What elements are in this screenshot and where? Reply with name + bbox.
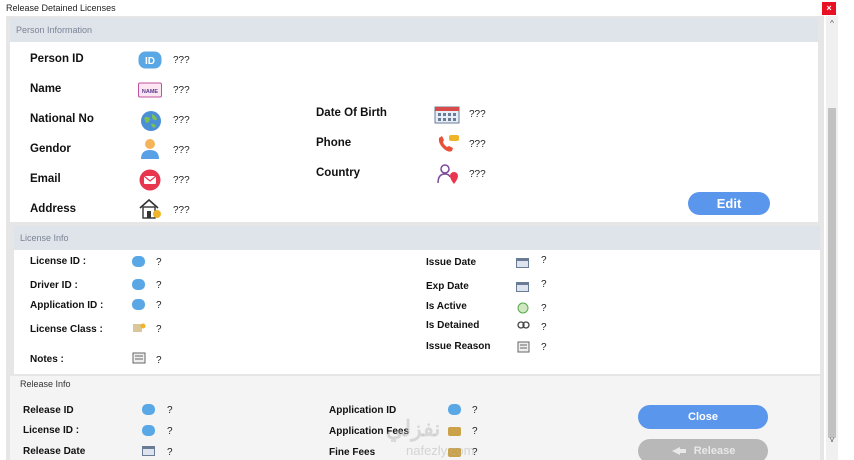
license-info-title: License Info [20,233,69,243]
date-of-birth-label: Date Of Birth [316,107,387,119]
fine-fees-label: Fine Fees [329,447,376,458]
license-class-value: ? [156,324,162,335]
scroll-thumb[interactable] [828,108,836,438]
release-id-label: Release ID [23,405,74,416]
name-label: Name [30,83,62,95]
watermark-latin: nafezly.com [406,443,475,458]
release-info-title: Release Info [20,379,71,389]
notes-icon [517,341,530,353]
exp-date-label: Exp Date [426,281,469,292]
notes-value: ? [156,355,162,366]
edit-person-button[interactable]: Edit [688,192,770,215]
release-date-label: Release Date [23,446,86,457]
close-button[interactable]: Close [638,405,768,429]
address-label: Address [30,203,77,215]
person-id-label: Person ID [30,53,84,65]
id-badge-small-icon [132,279,145,290]
id-badge-small-icon [132,256,145,267]
issue-date-label: Issue Date [426,257,477,268]
detained-icon [517,321,530,329]
application-id-value: ? [156,300,162,311]
gendor-label: Gendor [30,143,71,155]
license-class-label: License Class : [30,324,103,335]
name-tag-icon: NAME [138,82,162,98]
issue-reason-label: Issue Reason [426,341,491,352]
release-id-value: ? [167,405,173,416]
active-icon [517,302,529,314]
class-icon [133,323,146,332]
issue-date-value: ? [541,255,547,266]
person-info-header: Person Information [10,18,818,42]
form-content: Person Information Person ID ID ??? Name… [6,16,824,460]
scroll-down-arrow-icon[interactable]: v [826,434,838,446]
close-window-button[interactable]: × [822,2,836,15]
address-value: ??? [173,205,190,216]
issue-reason-value: ? [541,342,547,353]
calendar-small-icon [516,258,529,268]
license-id-value: ? [156,257,162,268]
notes-label: Notes : [30,354,64,365]
release-license-id-value: ? [167,426,173,437]
person-id-value: ??? [173,55,190,66]
svg-text:ID: ID [145,56,155,67]
vertical-scrollbar[interactable]: ^ v [826,16,838,460]
phone-value: ??? [469,139,486,150]
is-detained-value: ? [541,322,547,333]
license-id-label: License ID : [30,256,87,267]
id-badge-small-icon [132,299,145,310]
person-info-title: Person Information [16,25,93,35]
house-icon [139,198,161,219]
date-of-birth-value: ??? [469,109,486,120]
release-button[interactable]: Release [638,439,768,460]
id-badge-small-icon [448,404,461,415]
calendar-icon [434,106,460,124]
release-button-label: Release [693,445,736,457]
svg-text:NAME: NAME [142,89,159,95]
notes-icon [132,352,146,364]
release-application-id-value: ? [472,405,478,416]
national-no-value: ??? [173,115,190,126]
person-icon [141,139,159,159]
release-license-id-label: License ID : [23,425,80,436]
license-info-header: License Info [14,226,820,250]
name-value: ??? [173,85,190,96]
release-application-id-label: Application ID [329,405,397,416]
license-info-group: License Info License ID : ? Driver ID : … [14,226,820,374]
window-title: Release Detained Licenses [6,3,116,13]
phone-label: Phone [316,137,352,149]
calendar-small-icon [142,446,155,456]
email-value: ??? [173,175,190,186]
id-badge-small-icon [142,404,155,415]
release-date-value: ? [167,447,173,458]
application-id-label: Application ID : [30,300,104,311]
country-value: ??? [469,169,486,180]
exp-date-value: ? [541,279,547,290]
watermark-arabic: نفزلي [386,416,441,441]
country-label: Country [316,167,361,179]
location-person-icon [437,164,458,184]
money-icon [448,427,461,436]
id-badge-small-icon [142,425,155,436]
title-bar: Release Detained Licenses × [0,0,854,16]
globe-icon [141,111,161,131]
scroll-up-arrow-icon[interactable]: ^ [826,18,838,30]
calendar-small-icon [516,282,529,292]
is-detained-label: Is Detained [426,320,480,331]
phone-icon [438,135,459,152]
gendor-value: ??? [173,145,190,156]
is-active-value: ? [541,303,547,314]
email-label: Email [30,173,61,185]
id-badge-icon: ID [138,51,162,69]
driver-id-value: ? [156,280,162,291]
is-active-label: Is Active [426,301,467,312]
email-icon [139,169,161,191]
release-icon [671,447,686,456]
national-no-label: National No [30,113,94,125]
driver-id-label: Driver ID : [30,280,78,291]
application-fees-value: ? [472,426,478,437]
